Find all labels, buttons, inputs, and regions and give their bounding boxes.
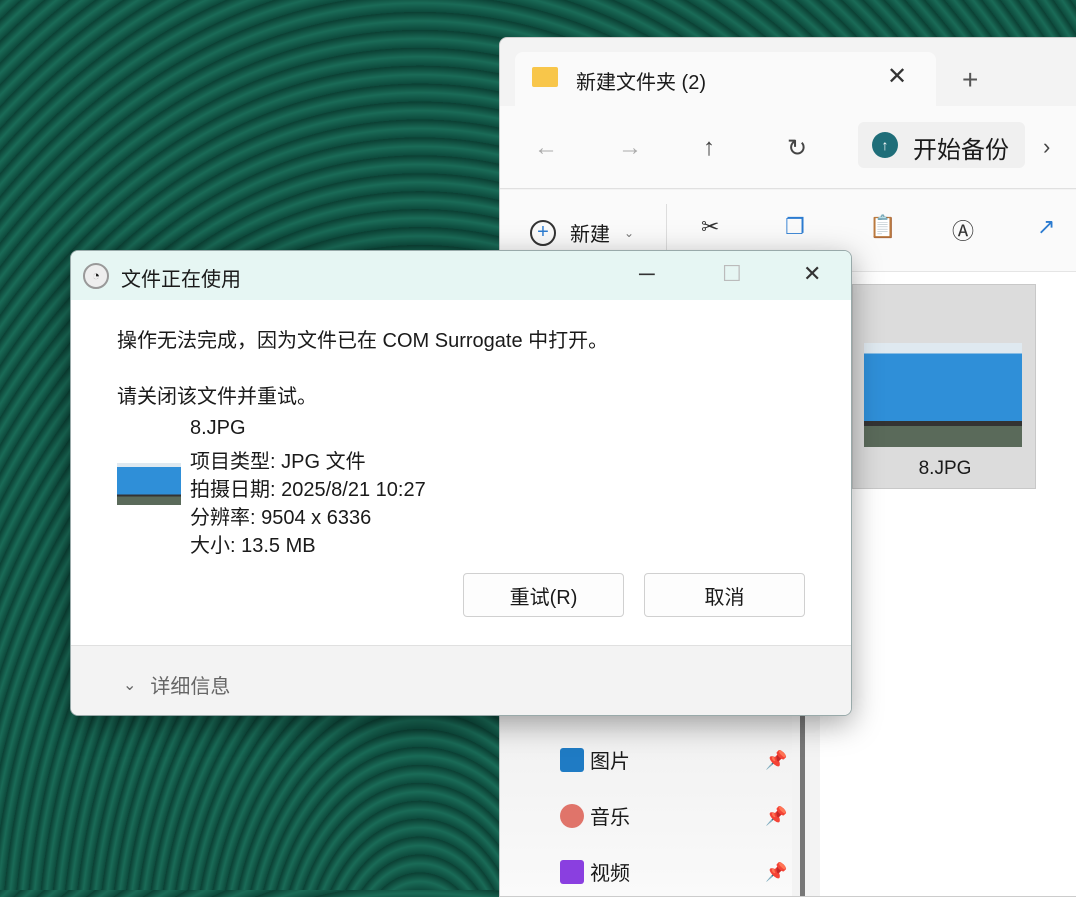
forward-arrow-icon[interactable]: → [618, 134, 642, 162]
details-toggle[interactable]: ⌄ 详细信息 [123, 670, 230, 699]
chevron-right-icon[interactable]: › [1043, 134, 1050, 160]
dialog-title: 文件正在使用 [121, 269, 241, 291]
pin-icon[interactable]: 📌 [765, 806, 787, 827]
close-button[interactable]: ✕ [803, 261, 821, 287]
rename-icon[interactable]: Ⓐ [952, 214, 974, 246]
file-thumbnail [117, 463, 181, 505]
retry-button[interactable]: 重试(R) [463, 573, 624, 617]
sidebar-item-label: 图片 [590, 751, 630, 773]
copy-icon[interactable]: ❐ [785, 214, 805, 240]
divider [666, 204, 667, 254]
sidebar-item-pictures[interactable]: 图片 [560, 745, 630, 774]
tab-folder[interactable]: 新建文件夹 (2) ✕ [515, 52, 936, 106]
resolution: 分辨率: 9504 x 6336 [190, 507, 372, 529]
tab-title: 新建文件夹 (2) [576, 72, 706, 94]
item-type: 项目类型: JPG 文件 [190, 451, 366, 473]
new-button[interactable]: + 新建 ⌄ [530, 218, 634, 247]
cloud-upload-icon: ↑ [872, 132, 898, 158]
chevron-down-icon: ⌄ [624, 225, 635, 240]
refresh-icon[interactable]: ↻ [787, 134, 807, 163]
backup-label: 开始备份 [913, 137, 1009, 164]
sidebar-item-videos[interactable]: 视频 [560, 857, 630, 886]
new-tab-button[interactable]: + [962, 64, 978, 96]
sidebar-item-label: 音乐 [590, 807, 630, 829]
date-taken: 拍摄日期: 2025/8/21 10:27 [190, 479, 426, 501]
up-arrow-icon[interactable]: ↑ [703, 134, 715, 162]
back-arrow-icon[interactable]: ← [534, 134, 558, 162]
file-name: 8.JPG [918, 458, 972, 479]
sidebar-item-music[interactable]: 音乐 [560, 801, 630, 830]
file-in-use-dialog: ◔ 文件正在使用 ─ ☐ ✕ 操作无法完成，因为文件已在 COM Surroga… [70, 250, 852, 716]
file-item[interactable]: 8.JPG [852, 284, 1036, 489]
pin-icon[interactable]: 📌 [765, 750, 787, 771]
new-label: 新建 [570, 224, 610, 246]
plus-circle-icon: + [530, 219, 556, 246]
folder-icon [532, 67, 558, 87]
cancel-button[interactable]: 取消 [644, 573, 805, 617]
chevron-down-icon: ⌄ [123, 676, 137, 694]
minimize-button[interactable]: ─ [639, 261, 655, 287]
details-label: 详细信息 [150, 676, 231, 698]
pictures-icon [560, 747, 584, 772]
paste-icon[interactable]: 📋 [869, 214, 896, 240]
dialog-title-bar: ◔ 文件正在使用 ─ ☐ ✕ [71, 251, 851, 300]
file-thumbnail [864, 343, 1022, 447]
instruction-text: 请关闭该文件并重试。 [117, 386, 317, 408]
backup-button[interactable]: ↑ 开始备份 [858, 122, 1025, 168]
close-tab-icon[interactable]: ✕ [887, 62, 907, 91]
share-icon[interactable]: ↗ [1037, 214, 1055, 240]
pin-icon[interactable]: 📌 [765, 862, 787, 883]
videos-icon [560, 859, 584, 884]
sidebar-item-label: 视频 [590, 863, 630, 885]
error-message: 操作无法完成，因为文件已在 COM Surrogate 中打开。 [117, 330, 609, 352]
music-icon [560, 803, 584, 828]
dialog-footer: ⌄ 详细信息 [71, 645, 851, 715]
maximize-button[interactable]: ☐ [722, 261, 742, 287]
clock-icon: ◔ [83, 263, 109, 289]
navigation-bar: ← → ↑ ↻ ↑ 开始备份 › [500, 106, 1076, 189]
file-size: 大小: 13.5 MB [190, 535, 316, 557]
file-name: 8.JPG [190, 417, 246, 439]
cut-icon[interactable]: ✂ [701, 214, 719, 240]
